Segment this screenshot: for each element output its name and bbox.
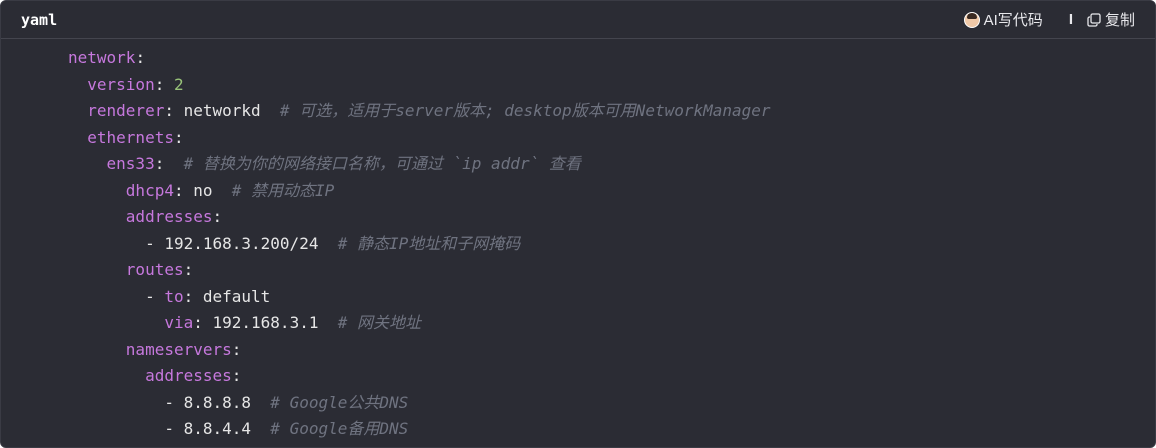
code-key: nameservers xyxy=(125,339,232,359)
code-key: via xyxy=(164,313,194,332)
code-key: addresses xyxy=(125,207,213,226)
code-value: networkd xyxy=(183,101,261,120)
code-colon: : xyxy=(231,339,242,359)
code-line: ethernets: xyxy=(68,125,1155,152)
code-line: - to: default xyxy=(68,284,1155,311)
code-colon: : xyxy=(183,286,203,306)
code-value: - 192.168.3.200/24 xyxy=(145,233,319,253)
copy-icon xyxy=(1087,12,1101,27)
code-colon: : xyxy=(173,180,194,200)
ai-avatar-icon xyxy=(963,11,980,28)
code-line: via: 192.168.3.1 # 网关地址 xyxy=(68,310,1155,337)
code-line: version: 2 xyxy=(68,72,1155,99)
ai-write-code-label: AI写代码 xyxy=(983,12,1043,29)
code-colon: : xyxy=(154,74,174,94)
code-line: network: xyxy=(68,45,1155,72)
code-line: routes: xyxy=(68,257,1155,284)
code-block-header: yaml AI写代码 I 复制 xyxy=(1,1,1155,39)
code-colon: : xyxy=(193,313,213,332)
code-key: dhcp4 xyxy=(125,180,174,200)
code-comment: # 网关地址 xyxy=(318,313,422,332)
code-dash: - xyxy=(145,286,165,306)
code-line: nameservers: xyxy=(68,337,1155,364)
code-value: 2 xyxy=(173,74,184,94)
copy-button[interactable]: 复制 xyxy=(1087,9,1135,30)
code-block: yaml AI写代码 I 复制 network: version: 2 rend… xyxy=(0,0,1156,448)
code-value: - 8.8.4.4 xyxy=(164,419,252,438)
code-colon: : xyxy=(173,127,184,147)
code-comment: # 静态IP地址和子网掩码 xyxy=(318,233,521,253)
code-colon: : xyxy=(164,101,184,120)
code-colon: : xyxy=(212,207,223,226)
code-line: - 192.168.3.200/24 # 静态IP地址和子网掩码 xyxy=(68,231,1155,258)
code-actions: AI写代码 I 复制 xyxy=(963,9,1135,30)
code-line: renderer: networkd # 可选，适用于server版本; des… xyxy=(68,98,1155,125)
code-key: to xyxy=(164,286,184,306)
code-comment: # 可选，适用于server版本; desktop版本可用NetworkMana… xyxy=(260,101,771,120)
code-key: addresses xyxy=(145,366,232,385)
ai-write-code-button[interactable]: AI写代码 xyxy=(963,9,1043,30)
code-comment: # Google备用DNS xyxy=(251,419,409,438)
code-line: - 8.8.8.8 # Google公共DNS xyxy=(68,390,1155,417)
code-line: ens33: # 替换为你的网络接口名称，可通过 `ip addr` 查看 xyxy=(68,151,1155,178)
separator: I xyxy=(1068,11,1073,28)
code-line: - 8.8.4.4 # Google备用DNS xyxy=(68,416,1155,443)
code-line: dhcp4: no # 禁用动态IP xyxy=(68,178,1155,205)
code-key: network xyxy=(68,48,136,67)
code-colon: : xyxy=(183,260,194,279)
code-line: addresses: xyxy=(68,363,1155,390)
language-label: yaml xyxy=(21,10,58,29)
code-colon: : xyxy=(231,366,242,385)
code-line: addresses: xyxy=(68,204,1155,231)
code-value: no xyxy=(193,180,213,200)
code-key: ethernets xyxy=(87,127,174,147)
code-comment: # 禁用动态IP xyxy=(212,180,335,200)
code-comment: # Google公共DNS xyxy=(251,392,409,412)
code-key: ens33 xyxy=(106,154,155,173)
code-value: - 8.8.8.8 xyxy=(164,392,252,412)
code-comment: # 替换为你的网络接口名称，可通过 `ip addr` 查看 xyxy=(164,154,581,173)
code-value: 192.168.3.1 xyxy=(212,313,319,332)
code-content: network: version: 2 renderer: networkd #… xyxy=(1,39,1155,443)
code-key: version xyxy=(87,74,155,94)
code-key: renderer xyxy=(87,101,165,120)
code-colon: : xyxy=(135,48,146,67)
copy-label: 复制 xyxy=(1104,12,1135,29)
code-key: routes xyxy=(125,260,184,279)
code-value: default xyxy=(202,286,271,306)
code-colon: : xyxy=(154,154,165,173)
